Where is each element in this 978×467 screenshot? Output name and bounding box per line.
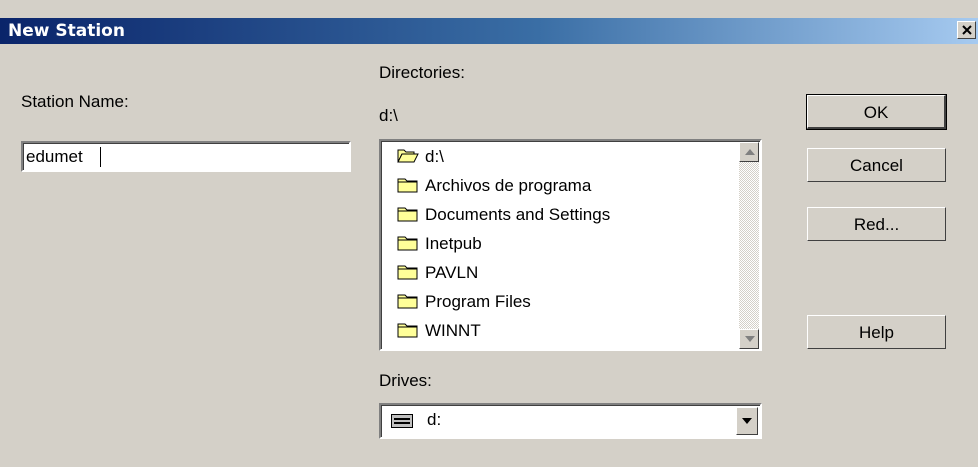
title-bar[interactable]: New Station xyxy=(0,18,978,44)
drive-icon xyxy=(391,414,413,428)
station-name-field[interactable] xyxy=(21,141,351,172)
drives-dropdown[interactable]: d: xyxy=(379,403,762,439)
text-caret xyxy=(100,147,101,167)
ok-button[interactable]: OK xyxy=(806,94,947,130)
directory-item-label: Archivos de programa xyxy=(425,176,592,195)
cancel-button[interactable]: Cancel xyxy=(807,148,946,182)
close-button[interactable] xyxy=(957,21,976,39)
directory-item-label: WINNT xyxy=(425,321,481,340)
directory-item-label: d:\ xyxy=(425,147,444,166)
scroll-down-button[interactable] xyxy=(739,329,759,349)
station-name-label: Station Name: xyxy=(21,92,129,111)
drives-label: Drives: xyxy=(379,371,432,390)
directory-item-label: Program Files xyxy=(425,292,531,311)
arrow-up-icon xyxy=(745,149,755,155)
window-title: New Station xyxy=(8,21,125,41)
scroll-up-button[interactable] xyxy=(739,142,759,162)
folder-icon xyxy=(397,323,418,338)
red-button[interactable]: Red... xyxy=(807,207,946,241)
folder-icon xyxy=(397,207,418,222)
help-button[interactable]: Help xyxy=(807,315,946,349)
folder-icon xyxy=(397,236,418,251)
folder-icon xyxy=(397,265,418,280)
directory-item-label: Documents and Settings xyxy=(425,205,611,224)
current-path: d:\ xyxy=(379,106,398,125)
vertical-scrollbar[interactable] xyxy=(739,142,759,349)
folder-icon xyxy=(397,294,418,309)
directory-item-label: Inetpub xyxy=(425,234,482,253)
new-station-dialog: New Station Station Name: Directories: d… xyxy=(0,0,978,467)
directory-item-label: PAVLN xyxy=(425,263,479,282)
station-name-input[interactable] xyxy=(26,145,344,169)
arrow-down-icon xyxy=(745,336,755,342)
open-folder-icon xyxy=(397,149,419,163)
close-icon xyxy=(962,25,972,35)
selected-drive: d: xyxy=(427,410,442,429)
directory-list[interactable]: d:\ Archivos de programa Documents and S… xyxy=(379,139,762,351)
drives-dropdown-button[interactable] xyxy=(736,407,758,435)
chevron-down-icon xyxy=(742,418,752,424)
folder-icon xyxy=(397,178,418,193)
directories-label: Directories: xyxy=(379,63,465,82)
